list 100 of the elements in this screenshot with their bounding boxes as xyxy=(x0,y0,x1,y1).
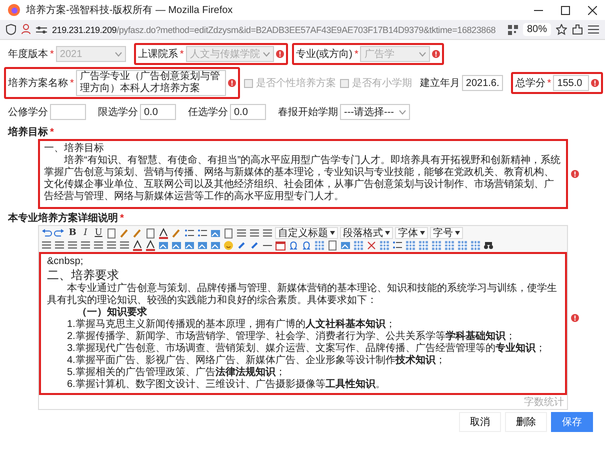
field-label: 总学分 * xyxy=(515,76,552,90)
table-icon[interactable] xyxy=(314,240,325,251)
font-color-icon[interactable] xyxy=(145,240,156,251)
scissors-icon[interactable] xyxy=(366,240,377,251)
caret-icon xyxy=(385,231,390,235)
align-icon[interactable] xyxy=(262,228,273,238)
field-label: 培养目标 * xyxy=(8,125,55,139)
input-field[interactable]: 0.0 xyxy=(230,104,266,120)
chevron-down-icon xyxy=(114,52,122,56)
select-field: 人文与传媒学院 xyxy=(186,46,274,62)
input-field[interactable] xyxy=(50,104,86,120)
select-field: 2021 xyxy=(56,46,126,62)
button[interactable]: 删除 xyxy=(505,412,547,432)
field-label: 公修学分 xyxy=(8,106,48,119)
symbol-icon[interactable] xyxy=(288,240,299,251)
document-icon[interactable] xyxy=(223,228,234,238)
dropdown[interactable]: 段落格式 xyxy=(340,227,393,239)
field-label: 建立年月 xyxy=(420,76,460,90)
paragraph: &cnbsp; xyxy=(47,256,84,268)
maximize-icon[interactable] xyxy=(561,6,570,14)
chevron-down-icon xyxy=(419,52,426,56)
field-label: 春报开始学期 xyxy=(278,106,338,119)
extensions-icon[interactable] xyxy=(572,24,583,35)
word-count: 字数统计 xyxy=(523,396,565,409)
close-icon[interactable] xyxy=(588,6,597,14)
paragraph: 本专业通过广告创意与策划、品牌传播与管理、新媒体营销的基本理论、知识和技能的系统学习与训练，使学生具有扎实的理论知识、较强的实践能力和良好的综合素质。具体要求如下： xyxy=(47,283,558,306)
input-field[interactable]: 广告学专业（广告创意策划与管理方向）本科人才培养方案 xyxy=(76,70,226,96)
format-button[interactable]: I xyxy=(80,228,91,238)
person-icon xyxy=(21,24,31,35)
select-field[interactable]: ---请选择--- xyxy=(340,104,410,120)
smiley-icon[interactable] xyxy=(223,240,234,251)
qr-code-icon xyxy=(508,24,518,34)
table-icon[interactable] xyxy=(353,240,364,251)
heading: 二、培养要求 xyxy=(47,268,120,282)
image-icon[interactable] xyxy=(210,228,221,238)
align-icon[interactable] xyxy=(54,240,65,251)
align-icon[interactable] xyxy=(41,240,52,251)
input-field[interactable]: 155.0 xyxy=(553,75,590,91)
input-field[interactable]: 2021.6. xyxy=(462,75,504,91)
paragraph: 3.掌握现代广告创意、市场调查、营销策划、媒介运营、文案写作、品牌传播、广告经营管理等的专业知识； xyxy=(67,343,546,354)
table-icon[interactable] xyxy=(457,240,468,251)
table-icon[interactable] xyxy=(431,240,442,251)
paragraph: 6.掌握计算机、数字图文设计、三维设计、广告摄影摄像等工具性知识。 xyxy=(67,379,386,391)
heading: （一）知识要求 xyxy=(77,307,148,318)
font-color-icon[interactable] xyxy=(132,240,143,251)
image-icon[interactable] xyxy=(197,240,208,251)
table-icon[interactable] xyxy=(444,240,455,251)
calendar-icon[interactable] xyxy=(275,240,286,251)
align-icon[interactable] xyxy=(236,228,247,238)
table-icon[interactable] xyxy=(418,240,429,251)
image-icon[interactable] xyxy=(210,240,221,251)
firefox-logo-icon xyxy=(8,4,20,16)
input-field[interactable]: 0.0 xyxy=(140,104,176,120)
list-icon[interactable] xyxy=(392,240,403,251)
field-label: 年度版本 * xyxy=(8,48,54,61)
binoculars-icon[interactable] xyxy=(483,240,494,251)
align-icon[interactable] xyxy=(67,240,78,251)
dropdown[interactable]: 字号 xyxy=(430,227,463,239)
editor-content[interactable] xyxy=(39,252,567,395)
paragraph: 1.掌握马克思主义新闻传播观的基本原理，拥有广博的人文社科基本知识； xyxy=(67,319,396,330)
caret-icon xyxy=(330,231,335,235)
caret-icon xyxy=(420,231,425,235)
field-label: 专业(或方向) * xyxy=(296,48,358,61)
align-icon[interactable] xyxy=(249,228,260,238)
image-icon[interactable] xyxy=(340,240,351,251)
dropdown[interactable]: 字体 xyxy=(395,227,428,239)
format-button[interactable]: U xyxy=(93,228,104,238)
symbol-icon[interactable] xyxy=(301,240,312,251)
paragraph: 5.掌握相关的广告管理政策、广告法律法规知识； xyxy=(67,367,286,378)
undo-icon[interactable] xyxy=(41,228,52,238)
button[interactable]: 取消 xyxy=(459,412,501,432)
checkbox-label: 是否个性培养方案 xyxy=(256,76,336,90)
url-field[interactable]: 219.231.219.209/pyfasz.do?method=editZdzysm&id=B2ADB3EE57AF43E9AE703F17B14D9379&tktime=16823868 xyxy=(52,24,503,34)
redo-icon[interactable] xyxy=(54,228,65,238)
document-icon[interactable] xyxy=(145,228,156,238)
align-icon[interactable] xyxy=(106,240,117,251)
field-label: 限选学分 xyxy=(98,106,138,119)
document-icon[interactable] xyxy=(106,228,117,238)
text-area[interactable]: 一、培养目标 培养“有知识、有智慧、有使命、有担当”的高水平应用型广告学专门人才。即培养具有开拓视野和创新精神，系统掌握广告创意与策划、营销与传播、网络与新媒体的基本理论，专业知识与专业技能，能够在党政机关、教育机构、文化传媒企事业单位、互联网公司以及其他经济组织、社会团体，从事广告创意策划与设计制作、市场营销策划、广告经营与管理、网络与新媒体运营等工作的高水平应用型专门人才。 xyxy=(38,139,568,209)
paragraph: 4.掌握平面广告、影视广告、网络广告、新媒体广告、企业形象等设计制作技术知识； xyxy=(67,355,446,366)
caret-icon xyxy=(455,231,460,235)
align-icon[interactable] xyxy=(93,240,104,251)
font-color-icon[interactable] xyxy=(158,228,169,238)
document-icon[interactable] xyxy=(327,240,338,251)
checkbox-label: 是否有小学期 xyxy=(352,76,412,90)
menu-icon[interactable] xyxy=(588,25,599,34)
window-title: 培养方案-强智科技-版权所有 — Mozilla Firefox xyxy=(26,4,234,17)
format-button[interactable]: B xyxy=(67,228,78,238)
zoom-level[interactable]: 80% xyxy=(522,23,551,36)
select-field: 广告学 xyxy=(360,46,430,62)
align-icon[interactable] xyxy=(119,240,130,251)
list-icon[interactable] xyxy=(197,228,208,238)
field-label: 培养方案名称 * xyxy=(8,76,74,90)
button[interactable]: 保存 xyxy=(551,412,593,432)
star-icon[interactable] xyxy=(556,24,567,35)
align-icon[interactable] xyxy=(80,240,91,251)
image-icon[interactable] xyxy=(184,240,195,251)
dropdown[interactable]: 自定义标题 xyxy=(275,227,338,239)
chevron-down-icon xyxy=(399,110,406,114)
list-icon[interactable] xyxy=(184,228,195,238)
